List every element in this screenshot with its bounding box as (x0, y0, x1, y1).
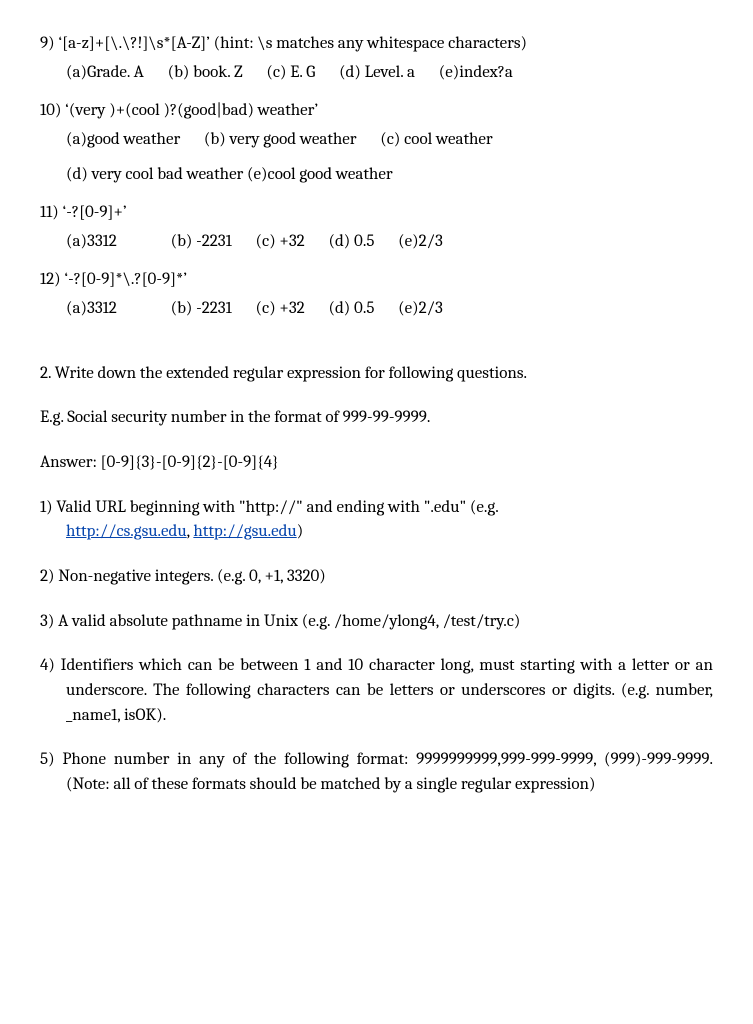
q11-opt-a: (a)3312 (66, 232, 117, 251)
q9-opt-d: (d) Level. a (339, 63, 415, 82)
part2-q3: 3) A valid absolute pathname in Unix (e.… (40, 610, 713, 635)
question-9: 9) ‘[a-z]+[\.\?!]\s*[A-Z]’ (hint: \s mat… (40, 32, 713, 85)
q12-opt-a: (a)3312 (66, 299, 117, 318)
q11-opt-e: (e)2/3 (398, 232, 443, 251)
part2-heading: 2. Write down the extended regular expre… (40, 362, 713, 387)
q10-opt-a: (a)good weather (66, 130, 180, 149)
q12-prompt: 12) ‘-?[0-9]*\.?[0-9]*’ (40, 268, 713, 293)
part2-q1-link2[interactable]: http://gsu.edu (193, 522, 296, 541)
q11-options: (a)3312 (b) -2231 (c) +32 (d) 0.5 (e)2/3 (40, 230, 713, 255)
q11-opt-b: (b) -2231 (171, 232, 232, 251)
part2-q2: 2) Non-negative integers. (e.g. 0, +1, 3… (40, 565, 713, 590)
part2-q5: 5) Phone number in any of the following … (40, 748, 713, 797)
q12-opt-b: (b) -2231 (171, 299, 232, 318)
q10-opt-d: (d) very cool bad weather (66, 165, 243, 184)
q9-options: (a)Grade. A (b) book. Z (c) E. G (d) Lev… (40, 61, 713, 86)
q10-opt-b: (b) very good weather (204, 130, 357, 149)
q9-opt-e: (e)index?a (439, 63, 513, 82)
q10-prompt: 10) ‘(very )+(cool )?(good|bad) weather’ (40, 99, 713, 124)
q9-opt-a: (a)Grade. A (66, 63, 144, 82)
question-11: 11) ‘-?[0-9]+’ (a)3312 (b) -2231 (c) +32… (40, 201, 713, 254)
q12-opt-e: (e)2/3 (398, 299, 443, 318)
part2-answer: Answer: [0-9]{3}-[0-9]{2}-[0-9]{4} (40, 451, 713, 476)
q12-opt-c: (c) +32 (256, 299, 305, 318)
q9-opt-b: (b) book. Z (168, 63, 243, 82)
question-12: 12) ‘-?[0-9]*\.?[0-9]*’ (a)3312 (b) -223… (40, 268, 713, 321)
q12-opt-d: (d) 0.5 (328, 299, 374, 318)
q10-options-line2: (d) very cool bad weather (e)cool good w… (40, 163, 713, 188)
part2-q1-post: ) (297, 522, 304, 541)
q11-opt-d: (d) 0.5 (328, 232, 374, 251)
q10-opt-e: (e)cool good weather (247, 165, 393, 184)
q10-opt-c: (c) cool weather (380, 130, 492, 149)
part2-q1-pre: 1) Valid URL beginning with "http://" an… (40, 498, 499, 517)
part2-example: E.g. Social security number in the forma… (40, 406, 713, 431)
part2-q1: 1) Valid URL beginning with "http://" an… (40, 496, 713, 545)
q10-options-line1: (a)good weather (b) very good weather (c… (40, 128, 713, 153)
part2-q1-link1[interactable]: http://cs.gsu.edu (66, 522, 187, 541)
q12-options: (a)3312 (b) -2231 (c) +32 (d) 0.5 (e)2/3 (40, 297, 713, 322)
question-10: 10) ‘(very )+(cool )?(good|bad) weather’… (40, 99, 713, 187)
q9-prompt: 9) ‘[a-z]+[\.\?!]\s*[A-Z]’ (hint: \s mat… (40, 32, 713, 57)
q11-prompt: 11) ‘-?[0-9]+’ (40, 201, 713, 226)
q9-opt-c: (c) E. G (266, 63, 315, 82)
part2-q4: 4) Identifiers which can be between 1 an… (40, 654, 713, 728)
q11-opt-c: (c) +32 (256, 232, 305, 251)
